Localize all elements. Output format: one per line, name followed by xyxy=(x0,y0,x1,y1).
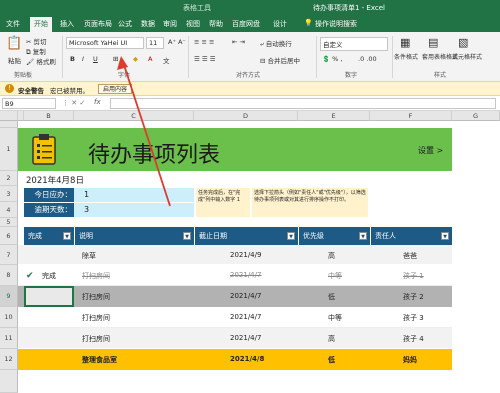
annotation-arrow xyxy=(117,56,171,207)
